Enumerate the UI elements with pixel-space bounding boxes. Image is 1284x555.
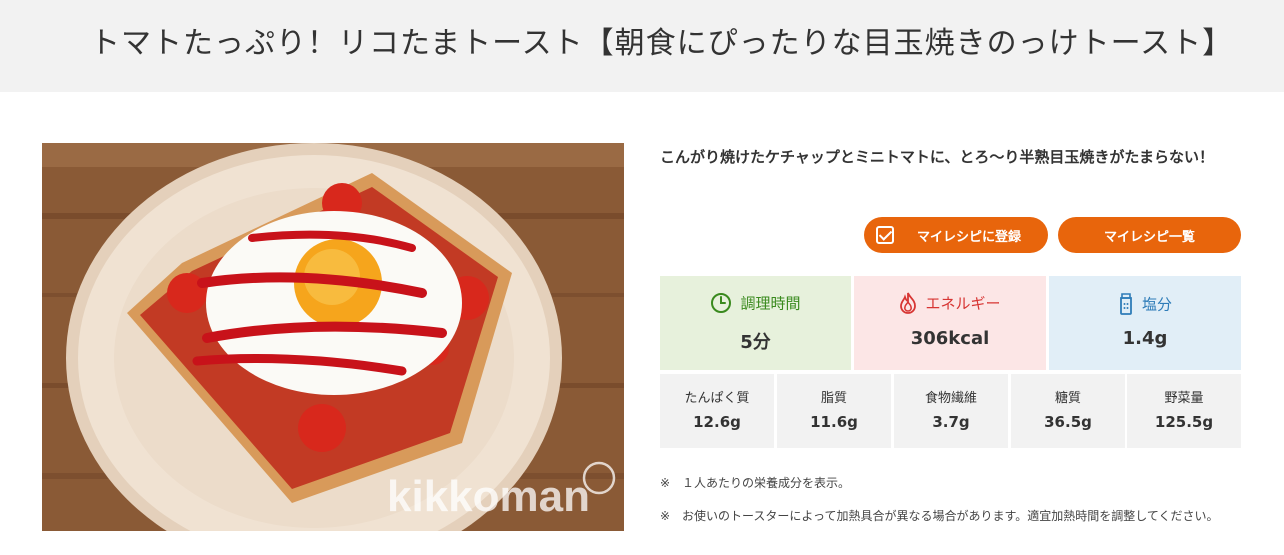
- salt-label: 塩分: [1141, 295, 1172, 314]
- nutrient-value: 36.5g: [1044, 413, 1092, 431]
- note-mark: ※: [660, 476, 671, 490]
- salt-value: 1.4g: [1122, 328, 1168, 349]
- nutrient-value: 125.5g: [1154, 413, 1214, 431]
- note-text: １人あたりの栄養成分を表示。: [682, 476, 851, 490]
- main-stats: 調理時間 5分 エネルギー 306kcal 塩分 1.4g: [660, 276, 1241, 370]
- button-row: マイレシピに登録 マイレシピ一覧: [660, 217, 1241, 253]
- nutrient-sugar: 糖質 36.5g: [1011, 374, 1125, 448]
- page-title: トマトたっぷり！リコたまトースト【朝食にぴったりな目玉焼きのっけトースト】: [90, 26, 1234, 61]
- recipe-description: こんがり焼けたケチャップとミニトマトに、とろ〜り半熟目玉焼きがたまらない！: [660, 148, 1214, 166]
- checkbox-icon: [876, 226, 894, 244]
- flame-icon: [900, 292, 917, 314]
- nutrient-value: 3.7g: [932, 413, 970, 431]
- notes: ※ １人あたりの栄養成分を表示。 ※ お使いのトースターによって加熱具合が異なる…: [660, 473, 1241, 539]
- add-to-my-recipes-button[interactable]: マイレシピに登録: [864, 217, 1048, 253]
- energy-card: エネルギー 306kcal: [854, 276, 1046, 370]
- svg-text:kikkoman: kikkoman: [387, 472, 590, 521]
- note-item: ※ お使いのトースターによって加熱具合が異なる場合があります。適宜加熱時間を調整…: [660, 506, 1241, 526]
- nutrient-label: 脂質: [820, 391, 847, 406]
- cooking-time-label: 調理時間: [740, 294, 801, 313]
- nutrient-label: 野菜量: [1164, 391, 1204, 406]
- my-recipes-list-label: マイレシピ一覧: [1103, 229, 1195, 245]
- nutrient-value: 12.6g: [693, 413, 741, 431]
- energy-label: エネルギー: [925, 294, 1001, 313]
- add-to-my-recipes-label: マイレシピに登録: [916, 229, 1021, 245]
- nutrient-stats: たんぱく質 12.6g 脂質 11.6g 食物繊維 3.7g 糖質 36.5g …: [660, 374, 1241, 448]
- tomato: [298, 404, 346, 452]
- nutrient-fiber: 食物繊維 3.7g: [894, 374, 1008, 448]
- nutrient-fat: 脂質 11.6g: [777, 374, 891, 448]
- salt-card: 塩分 1.4g: [1049, 276, 1241, 370]
- title-bar: トマトたっぷり！リコたまトースト【朝食にぴったりな目玉焼きのっけトースト】: [0, 0, 1284, 92]
- nutrient-protein: たんぱく質 12.6g: [660, 374, 774, 448]
- nutrient-label: 糖質: [1054, 391, 1081, 406]
- energy-value: 306kcal: [910, 328, 990, 349]
- nutrient-value: 11.6g: [810, 413, 858, 431]
- nutrient-vegetables: 野菜量 125.5g: [1127, 374, 1241, 448]
- cooking-time-value: 5分: [740, 332, 771, 353]
- my-recipes-list-button[interactable]: マイレシピ一覧: [1058, 217, 1241, 253]
- note-item: ※ １人あたりの栄養成分を表示。: [660, 473, 1241, 493]
- clock-icon: [711, 293, 732, 313]
- recipe-info: こんがり焼けたケチャップとミニトマトに、とろ〜り半熟目玉焼きがたまらない！ マイ…: [660, 143, 1241, 523]
- nutrient-label: 食物繊維: [924, 391, 977, 406]
- note-text: お使いのトースターによって加熱具合が異なる場合があります。適宜加熱時間を調整して…: [682, 509, 1219, 523]
- salt-shaker-icon: [1120, 293, 1132, 315]
- nutrient-label: たんぱく質: [684, 391, 750, 406]
- cooking-time-card: 調理時間 5分: [660, 276, 851, 370]
- note-mark: ※: [660, 509, 671, 523]
- recipe-photo: kikkoman: [42, 143, 624, 531]
